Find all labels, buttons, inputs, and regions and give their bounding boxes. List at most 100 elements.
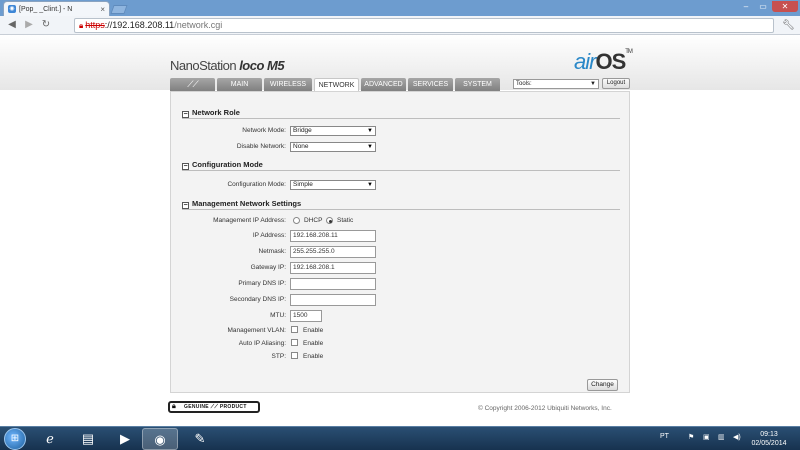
close-window-button[interactable]: ✕ [772, 1, 798, 12]
reload-icon[interactable]: ↻ [40, 19, 52, 31]
windows-taskbar: ⊞ ℯ ▤ ▶ ◉ ✎ PT ⚑ ▣ ▥ ◀) 09:13 02/05/2014 [0, 426, 800, 450]
genuine-product-label: GENUINE ⟋⟋ PRODUCT [184, 404, 247, 410]
airos-logo: airOSTM [574, 49, 633, 75]
configuration-mode-label: Configuration Mode: [227, 181, 286, 188]
browser-toolbar: ◀ ▶ ↻ 🔒︎ https://192.168.208.11/network.c… [0, 16, 800, 35]
tools-dropdown-value: Tools: [516, 81, 532, 87]
volume-icon[interactable]: ◀) [733, 433, 741, 441]
forward-arrow-icon[interactable]: ▶ [23, 19, 35, 31]
internet-explorer-icon[interactable]: ℯ [32, 428, 68, 450]
flag-icon[interactable]: ⚑ [688, 433, 694, 441]
stp-enable-label: Enable [303, 353, 324, 360]
auto-ip-aliasing-label: Auto IP Aliasing: [238, 340, 286, 347]
tab-network[interactable]: NETWORK [314, 78, 359, 91]
os-trademark: TM [625, 49, 633, 55]
action-center-icon[interactable]: ▣ [703, 433, 710, 441]
netmask-label: Netmask: [258, 248, 286, 255]
management-ip-mode-label: Management IP Address: [213, 217, 286, 224]
wrench-menu-icon[interactable]: 🔧︎ [782, 20, 795, 31]
minimize-button[interactable]: – [738, 1, 754, 12]
logout-button[interactable]: Logout [602, 78, 630, 89]
ip-address-label: IP Address: [252, 232, 286, 239]
network-role-title: Network Role [192, 108, 240, 117]
back-arrow-icon[interactable]: ◀ [6, 19, 18, 31]
clock-date: 02/05/2014 [751, 440, 787, 447]
tab-close-icon[interactable]: × [100, 5, 105, 14]
browser-tab[interactable]: ◉ [Pop_ _Clint.] - N × [3, 1, 110, 16]
tab-advanced[interactable]: ADVANCED [361, 78, 406, 91]
chrome-icon[interactable]: ◉ [142, 428, 178, 450]
system-clock[interactable]: 09:13 02/05/2014 [749, 430, 789, 448]
disable-network-label: Disable Network: [236, 143, 286, 150]
ubiquiti-logo-tab[interactable]: ⟋⟋ [170, 78, 215, 91]
url-path: /network.cgi [174, 20, 223, 30]
section-divider [182, 170, 620, 171]
auto-ip-aliasing-enable-label: Enable [303, 340, 324, 347]
media-player-icon[interactable]: ▶ [107, 428, 143, 450]
product-logo: NanoStation loco M5 [170, 58, 285, 73]
tools-dropdown[interactable]: Tools: ▼ [513, 79, 599, 89]
configuration-mode-select[interactable]: Simple ▼ [290, 180, 376, 190]
stp-checkbox[interactable] [291, 352, 298, 359]
rss-icon: ◉ [8, 5, 16, 13]
configuration-mode-value: Simple [293, 181, 313, 188]
product-suffix: loco M5 [239, 58, 285, 73]
os-prefix: air [574, 49, 596, 74]
secondary-dns-label: Secondary DNS IP: [229, 296, 286, 303]
ip-address-input[interactable]: 192.168.208.11 [290, 230, 376, 242]
start-button[interactable]: ⊞ [4, 428, 26, 450]
browser-title-bar: ◉ [Pop_ _Clint.] - N × – ▭ ✕ [0, 0, 800, 16]
paint-icon[interactable]: ✎ [182, 428, 218, 450]
language-indicator[interactable]: PT [660, 433, 669, 440]
url-scheme: https [85, 20, 105, 30]
management-vlan-checkbox[interactable] [291, 326, 298, 333]
address-bar[interactable]: 🔒︎ https://192.168.208.11/network.cgi [74, 18, 774, 33]
network-mode-select[interactable]: Bridge ▼ [290, 126, 376, 136]
main-navigation: ⟋⟋ MAIN WIRELESS NETWORK ADVANCED SERVIC… [170, 78, 500, 91]
section-divider [182, 118, 620, 119]
chevron-down-icon: ▼ [367, 182, 373, 188]
tab-services[interactable]: SERVICES [408, 78, 453, 91]
primary-dns-label: Primary DNS IP: [238, 280, 286, 287]
secondary-dns-input[interactable] [290, 294, 376, 306]
disable-network-select[interactable]: None ▼ [290, 142, 376, 152]
management-title: Management Network Settings [192, 199, 302, 208]
gateway-ip-input[interactable]: 192.168.208.1 [290, 262, 376, 274]
url-host: ://192.168.208.11 [104, 20, 175, 30]
tab-system[interactable]: SYSTEM [455, 78, 500, 91]
netmask-input[interactable]: 255.255.255.0 [290, 246, 376, 258]
collapse-icon[interactable]: − [182, 163, 189, 170]
chevron-down-icon: ▼ [367, 144, 373, 150]
tab-wireless[interactable]: WIRELESS [264, 78, 312, 91]
collapse-icon[interactable]: − [182, 202, 189, 209]
insecure-lock-icon: 🔒︎ [79, 21, 84, 30]
static-radio[interactable] [326, 217, 333, 224]
management-section-title[interactable]: − Management Network Settings [182, 199, 301, 209]
network-mode-value: Bridge [293, 127, 312, 134]
chevron-down-icon: ▼ [590, 81, 596, 87]
dhcp-radio[interactable] [293, 217, 300, 224]
os-name: OS [595, 49, 626, 74]
network-role-section-title[interactable]: − Network Role [182, 108, 240, 118]
browser-tab-title: [Pop_ _Clint.] - N [19, 5, 73, 13]
auto-ip-aliasing-checkbox[interactable] [291, 339, 298, 346]
section-divider [182, 209, 620, 210]
static-label: Static [337, 217, 354, 224]
dhcp-label: DHCP [304, 217, 323, 224]
disable-network-value: None [293, 143, 309, 150]
configuration-mode-section-title[interactable]: − Configuration Mode [182, 160, 263, 170]
tab-main[interactable]: MAIN [217, 78, 262, 91]
management-vlan-enable-label: Enable [303, 327, 324, 334]
network-mode-label: Network Mode: [242, 127, 286, 134]
airos-page: NanoStation loco M5 airOSTM ⟋⟋ MAIN WIRE… [0, 35, 800, 426]
collapse-icon[interactable]: − [182, 111, 189, 118]
network-icon[interactable]: ▥ [718, 433, 725, 441]
lock-icon: 🔒︎ [172, 403, 177, 410]
change-button[interactable]: Change [587, 379, 618, 391]
new-tab-button[interactable] [110, 5, 128, 14]
configuration-mode-title: Configuration Mode [192, 160, 263, 169]
maximize-button[interactable]: ▭ [755, 1, 771, 12]
file-explorer-icon[interactable]: ▤ [70, 428, 106, 450]
primary-dns-input[interactable] [290, 278, 376, 290]
mtu-input[interactable]: 1500 [290, 310, 322, 322]
